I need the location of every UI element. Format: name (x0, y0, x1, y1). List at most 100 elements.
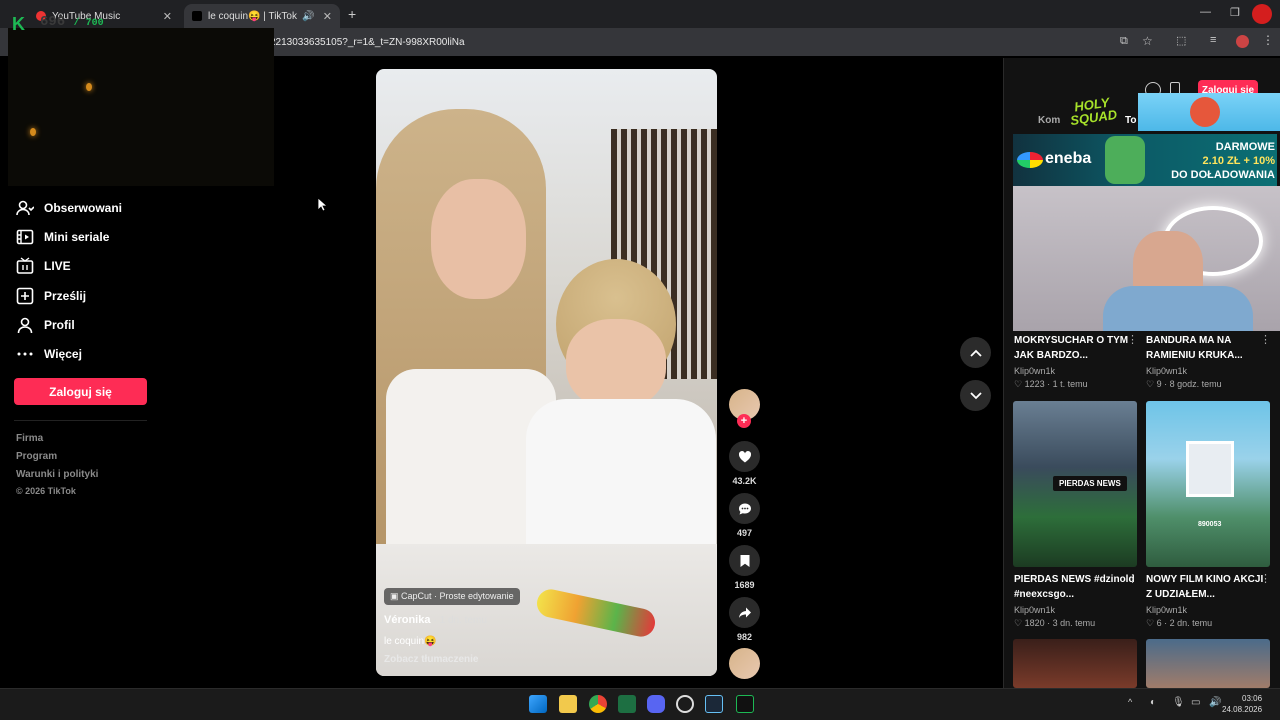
sidebar-item-label: Więcej (44, 347, 82, 361)
sidebar-item-mini-series[interactable]: Mini seriale (16, 228, 109, 246)
save-button[interactable] (729, 545, 760, 576)
excel-icon[interactable] (618, 695, 636, 713)
footer-link-program[interactable]: Program (16, 451, 57, 462)
counter-value: 696 (40, 14, 66, 30)
video-player[interactable]: ▣ CapCut · Proste edytowanie Véronika · … (376, 69, 717, 676)
card-menu-icon[interactable]: ⋮ (1260, 572, 1271, 585)
video-card-channel[interactable]: Klip0wn1k (1014, 366, 1055, 376)
bookmark-star-icon[interactable]: ☆ (1142, 34, 1153, 48)
network-icon[interactable]: ▭ (1191, 697, 1200, 708)
footer-link-company[interactable]: Firma (16, 433, 43, 444)
url-text[interactable]: 2213033635105?_r=1&_t=ZN-998XR00liNa (270, 37, 465, 48)
card-likes: 1223 (1024, 379, 1045, 389)
next-video-button[interactable] (960, 380, 991, 411)
like-count: 43.2K (732, 476, 757, 486)
eneba-promo-banner: eneba DARMOWE 2.10 ZŁ + 10% DO DOŁADOWAN… (1013, 134, 1277, 186)
video-thumbnail[interactable] (1013, 639, 1137, 688)
sponsor-banner (1138, 93, 1280, 131)
thumbnail-label: 890053 (1198, 521, 1222, 528)
streamer-hoodie (1103, 286, 1253, 331)
video-card-title[interactable]: PIERDAS NEWS #dzinold #neexcsgo... (1014, 572, 1139, 602)
menu-kebab-icon[interactable]: ⋮ (1262, 33, 1274, 47)
app-icon[interactable] (676, 695, 694, 713)
clock-time: 03:06 (1242, 694, 1263, 703)
kick-icon[interactable] (736, 695, 754, 713)
eneba-brand: eneba (1045, 150, 1092, 167)
close-tab-icon[interactable]: ✕ (323, 10, 332, 23)
share-count: 982 (736, 632, 753, 642)
discord-icon[interactable] (647, 695, 665, 713)
tray-chevron-up-icon[interactable]: ^ (1128, 697, 1132, 707)
tab-tiktok[interactable]: le coquin😝 | TikTok 🔊 ✕ (184, 4, 340, 28)
follow-plus-icon[interactable]: + (737, 414, 751, 428)
reading-list-icon[interactable]: ≡ (1210, 34, 1216, 46)
steam-icon[interactable] (705, 695, 723, 713)
video-card-title[interactable]: BANDURA MA NA RAMIENIU KRUKA... (1146, 333, 1271, 363)
video-card-channel[interactable]: Klip0wn1k (1146, 605, 1187, 615)
sidebar-item-label: Prześlij (44, 289, 87, 303)
author-name[interactable]: Véronika (384, 614, 430, 626)
live-icon (16, 257, 34, 274)
mascot-rooster-icon (1190, 97, 1220, 127)
footer-link-terms[interactable]: Warunki i polityki (16, 469, 98, 480)
card-menu-icon[interactable]: ⋮ (1127, 572, 1138, 585)
card-menu-icon[interactable]: ⋮ (1127, 333, 1138, 346)
card-age: 3 dn. temu (1052, 618, 1096, 628)
card-menu-icon[interactable]: ⋮ (1260, 333, 1271, 346)
video-thumbnail[interactable]: PIERDAS NEWS (1013, 401, 1137, 567)
profile-avatar[interactable] (1252, 4, 1272, 24)
footer-copyright: © 2026 TikTok (16, 486, 76, 496)
microphone-icon[interactable]: 🎙 (1172, 697, 1185, 708)
previous-video-button[interactable] (960, 337, 991, 368)
like-button[interactable] (729, 441, 760, 472)
capcut-icon: ▣ (390, 591, 402, 601)
comment-button[interactable] (729, 493, 760, 524)
child-face (566, 319, 666, 409)
taskbar-clock[interactable]: 03:06 24.08.2026 (1222, 693, 1262, 715)
translate-icon[interactable]: ⧉ (1120, 35, 1128, 48)
following-icon (16, 200, 34, 216)
woman-face (431, 179, 526, 299)
volume-icon[interactable]: 🔊 (1209, 697, 1221, 708)
video-card-title[interactable]: MOKRYSUCHAR O TYM JAK BARDZO... (1014, 333, 1139, 363)
card-likes: 1820 (1024, 618, 1045, 628)
video-thumbnail[interactable]: 890053 (1146, 401, 1270, 567)
login-button[interactable]: Zaloguj się (14, 378, 147, 405)
share-arrow-icon (738, 607, 751, 618)
new-tab-button[interactable]: + (348, 6, 356, 22)
sidebar-item-label: Mini seriale (44, 230, 110, 244)
sidebar-item-following[interactable]: Obserwowani (16, 199, 122, 217)
video-thumbnail[interactable] (1146, 639, 1270, 688)
stream-overlay (8, 28, 274, 186)
windows-start-icon[interactable] (529, 695, 547, 713)
sidebar-item-live[interactable]: LIVE (16, 257, 71, 275)
minimize-icon[interactable]: — (1200, 6, 1211, 18)
comment-count: 497 (736, 528, 753, 538)
sidebar-item-upload[interactable]: Prześlij (16, 287, 86, 305)
file-explorer-icon[interactable] (559, 695, 577, 713)
taskbar (0, 688, 1280, 720)
sidebar-item-label: LIVE (44, 259, 71, 273)
account-avatar[interactable] (1236, 35, 1249, 48)
see-translation-link[interactable]: Zobacz tłumaczenie (384, 654, 478, 665)
video-card-channel[interactable]: Klip0wn1k (1146, 366, 1187, 376)
counter-total: / 700 (73, 18, 104, 29)
tab-comments-partial[interactable]: Kom (1038, 115, 1060, 126)
extensions-icon[interactable]: ⬚ (1176, 34, 1186, 47)
video-author[interactable]: Véronika · 1 dn. temu (384, 614, 487, 626)
chrome-icon[interactable] (589, 695, 607, 713)
webcam-feed (1013, 186, 1280, 331)
sidebar-item-profile[interactable]: Profil (16, 316, 75, 334)
speaker-icon[interactable]: 🔊 (302, 11, 314, 22)
video-card-channel[interactable]: Klip0wn1k (1014, 605, 1055, 615)
capcut-badge[interactable]: ▣ CapCut · Proste edytowanie (384, 588, 520, 605)
close-tab-icon[interactable]: ✕ (163, 10, 172, 23)
share-button[interactable] (729, 597, 760, 628)
promo-line-1: DARMOWE (1215, 141, 1275, 153)
sound-disc-avatar[interactable] (729, 648, 760, 679)
video-card-title[interactable]: NOWY FILM KINO AKCJI Z UDZIAŁEM... (1146, 572, 1271, 602)
tab-label: le coquin😝 | TikTok (208, 10, 297, 22)
maximize-icon[interactable]: ❐ (1230, 6, 1240, 19)
tray-app-icon[interactable]: ◐ (1150, 697, 1156, 708)
sidebar-item-more[interactable]: Więcej (16, 345, 82, 363)
